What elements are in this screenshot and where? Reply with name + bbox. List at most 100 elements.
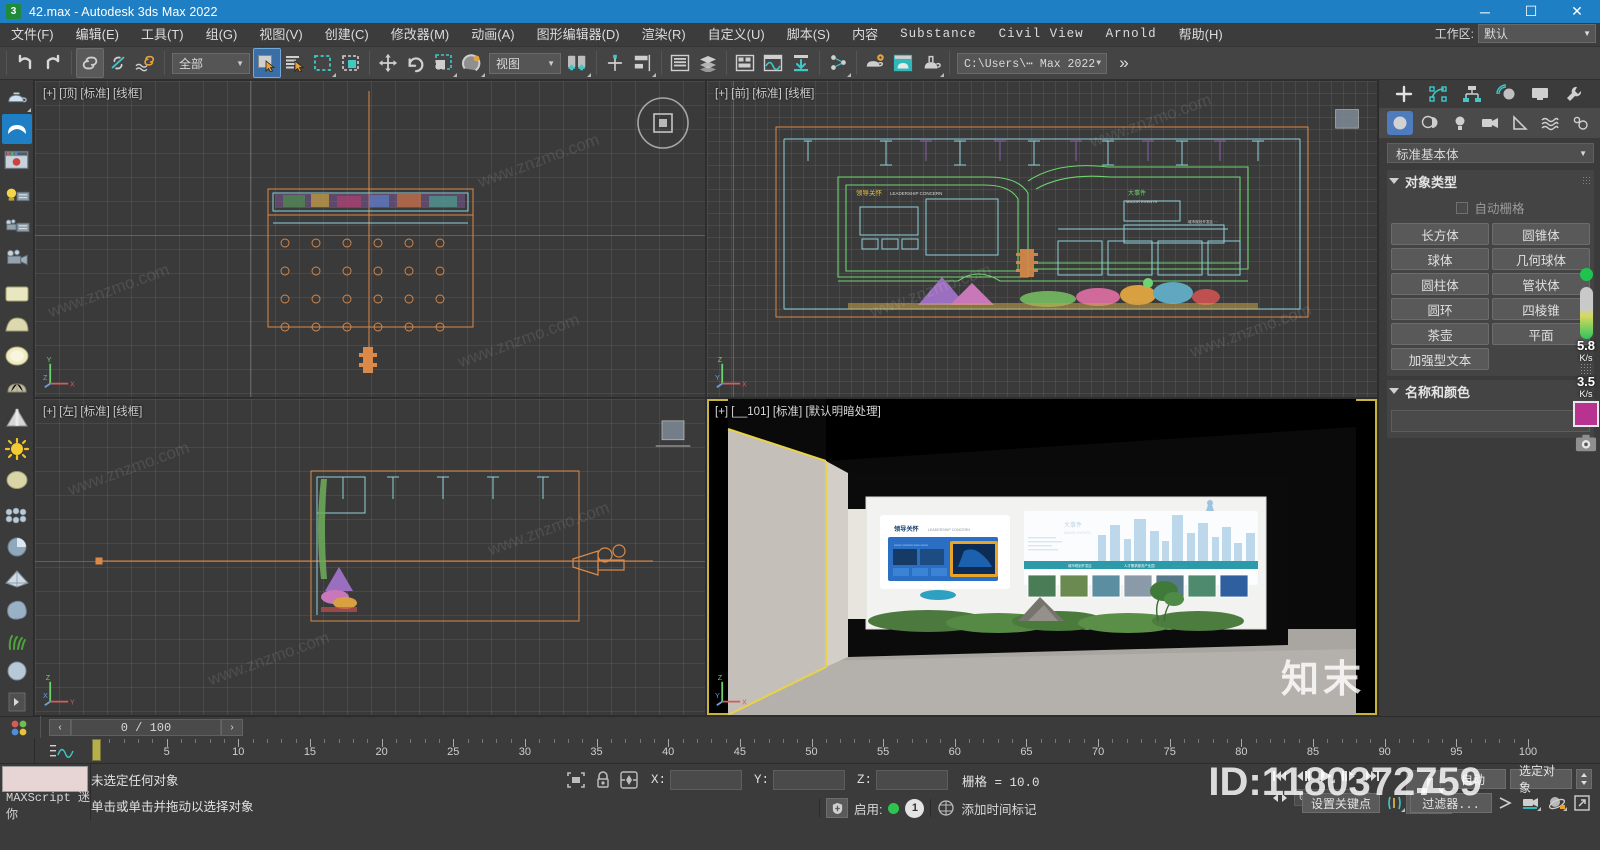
object-color-swatch[interactable] [1573, 401, 1599, 427]
maximize-button[interactable]: ☐ [1508, 0, 1554, 23]
material-editor-button[interactable] [861, 48, 889, 78]
viewport-top[interactable]: [+] [顶] [标准] [线框] www.znzmo.com www.znzm… [35, 81, 705, 397]
bind-to-space-warp-icon[interactable] [132, 48, 160, 78]
add-time-tag-label[interactable]: 添加时间标记 [961, 799, 1036, 818]
x-field[interactable] [670, 770, 743, 790]
helpers-icon[interactable] [1507, 111, 1533, 135]
object-category-dropdown[interactable]: 标准基本体 ▼ [1387, 143, 1594, 163]
menu-item-substance[interactable]: Substance [889, 23, 988, 46]
menu-item-arnold[interactable]: Arnold [1095, 23, 1168, 46]
sphere-button[interactable]: 球体 [1391, 248, 1489, 270]
reference-coordinate-combo[interactable]: 视图 ▼ [489, 52, 561, 74]
project-folder-combo[interactable]: C:\Users\⋯ Max 2022 ▼ [957, 52, 1107, 74]
view-cube[interactable] [651, 413, 695, 457]
key-mode-toggle-button[interactable] [1270, 790, 1290, 806]
key-filters-button[interactable]: 过滤器... [1410, 793, 1492, 813]
color-clipboard-icon[interactable] [2, 718, 36, 738]
menu-item-modifiers[interactable]: 修改器(M) [380, 23, 461, 46]
rock-icon[interactable] [2, 594, 32, 624]
camera-panel-icon[interactable] [2, 212, 32, 242]
viewport-front[interactable]: [+] [前] [标准] [线框] www.znzmo.com www.znzm… [707, 81, 1377, 397]
object-name-input[interactable] [1391, 410, 1590, 432]
modify-tab[interactable] [1421, 81, 1454, 107]
key-mode-spinner[interactable] [1576, 769, 1592, 789]
motion-tab[interactable] [1489, 81, 1522, 107]
maximize-viewport-icon[interactable] [1572, 794, 1592, 812]
space-warps-icon[interactable] [1537, 111, 1563, 135]
menu-item-views[interactable]: 视图(V) [248, 23, 313, 46]
render-frame-window-button[interactable] [917, 48, 945, 78]
redo-button[interactable] [39, 48, 67, 78]
plane-card-icon[interactable] [2, 279, 32, 309]
teapot-button[interactable]: 茶壶 [1391, 323, 1489, 345]
menu-item-help[interactable]: 帮助(H) [1168, 23, 1234, 46]
name-and-color-rollup-header[interactable]: 名称和颜色 [1387, 380, 1594, 402]
viewport-label-perspective[interactable]: [+] [__101] [标准] [默认明暗处理] [715, 403, 881, 419]
menu-item-content[interactable]: 内容 [841, 23, 889, 46]
autogrid-checkbox[interactable] [1456, 201, 1469, 214]
render-setup-download-icon[interactable] [787, 48, 815, 78]
use-pivot-point-center-button[interactable] [564, 48, 592, 78]
autogrid-row[interactable]: 自动栅格 [1391, 198, 1590, 217]
select-object-button[interactable] [253, 48, 281, 78]
mirror-button[interactable] [601, 48, 629, 78]
schematic-view-button[interactable] [759, 48, 787, 78]
viewport-left[interactable]: [+] [左] [标准] [线框] www.znzmo.com www.znzm… [35, 399, 705, 715]
selection-lock-region-icon[interactable] [565, 770, 587, 790]
key-mode-button[interactable]: 选定对象 [1510, 764, 1572, 795]
sun-icon[interactable] [2, 434, 32, 464]
camera-icon[interactable] [1575, 433, 1597, 453]
key-filters-icon[interactable] [1384, 793, 1406, 813]
systems-icon[interactable] [1567, 111, 1593, 135]
z-field[interactable] [876, 770, 949, 790]
torus-button[interactable]: 圆环 [1391, 298, 1489, 320]
movie-camera-icon[interactable] [2, 243, 32, 273]
cloud-icon[interactable] [1, 114, 32, 144]
undo-button[interactable] [11, 48, 39, 78]
menu-item-edit[interactable]: 编辑(E) [65, 23, 130, 46]
workspace-combo[interactable]: 默认 ▼ [1478, 24, 1596, 43]
cone-icon[interactable] [2, 403, 32, 433]
close-button[interactable]: ✕ [1554, 0, 1600, 23]
menu-item-create[interactable]: 创建(C) [314, 23, 380, 46]
teapot-icon[interactable] [2, 83, 32, 113]
rectangular-selection-region-button[interactable] [309, 48, 337, 78]
render-frame-icon[interactable] [2, 145, 32, 175]
curve-editor-button[interactable] [731, 48, 759, 78]
unlink-selection-icon[interactable] [104, 48, 132, 78]
y-field[interactable] [773, 770, 846, 790]
shapes-icon[interactable] [1417, 111, 1443, 135]
workspace-selector[interactable]: 工作区: 默认 ▼ [1435, 24, 1596, 43]
time-slider-key[interactable] [92, 739, 101, 761]
timeline-ruler[interactable]: 0510152025303540455055606570758085909510… [0, 738, 1600, 764]
frame-display-field[interactable]: 0 / 100 [71, 719, 221, 736]
menu-item-customize[interactable]: 自定义(U) [697, 23, 776, 46]
grass-icon[interactable] [2, 625, 32, 655]
geosphere-button[interactable]: 几何球体 [1492, 248, 1590, 270]
view-cube[interactable] [635, 95, 691, 151]
sphere-icon[interactable] [2, 465, 32, 495]
light-panel-icon[interactable] [2, 181, 32, 211]
viewport-label-front[interactable]: [+] [前] [标准] [线框] [715, 85, 814, 101]
prev-frame-button[interactable]: ‹ [49, 719, 71, 736]
foam-icon[interactable] [2, 501, 32, 531]
cameras-icon[interactable] [1477, 111, 1503, 135]
selection-filter-combo[interactable]: 全部 ▼ [172, 52, 250, 74]
key-count-badge[interactable]: 1 [905, 798, 925, 818]
toolbar-overflow-button[interactable]: » [1110, 48, 1138, 78]
select-by-name-button[interactable] [281, 48, 309, 78]
cone-button[interactable]: 圆锥体 [1492, 223, 1590, 245]
pan-tool-icon[interactable] [1496, 794, 1516, 812]
next-frame-button[interactable]: › [221, 719, 243, 736]
sphere-light-icon[interactable] [2, 341, 32, 371]
view-cube[interactable] [1327, 101, 1367, 141]
object-type-rollup-header[interactable]: 对象类型 [1387, 170, 1594, 192]
orbit-tool-icon[interactable] [1546, 794, 1568, 812]
menu-item-tools[interactable]: 工具(T) [130, 23, 195, 46]
network-speed-widget[interactable]: 5.8 K/s 3.5 K/s [1573, 268, 1599, 453]
toggle-scene-explorer-button[interactable] [666, 48, 694, 78]
menu-item-file[interactable]: 文件(F) [0, 23, 65, 46]
toggle-keys-button[interactable] [826, 798, 848, 818]
cylinder-button[interactable]: 圆柱体 [1391, 273, 1489, 295]
menu-item-graph-editors[interactable]: 图形编辑器(D) [526, 23, 631, 46]
